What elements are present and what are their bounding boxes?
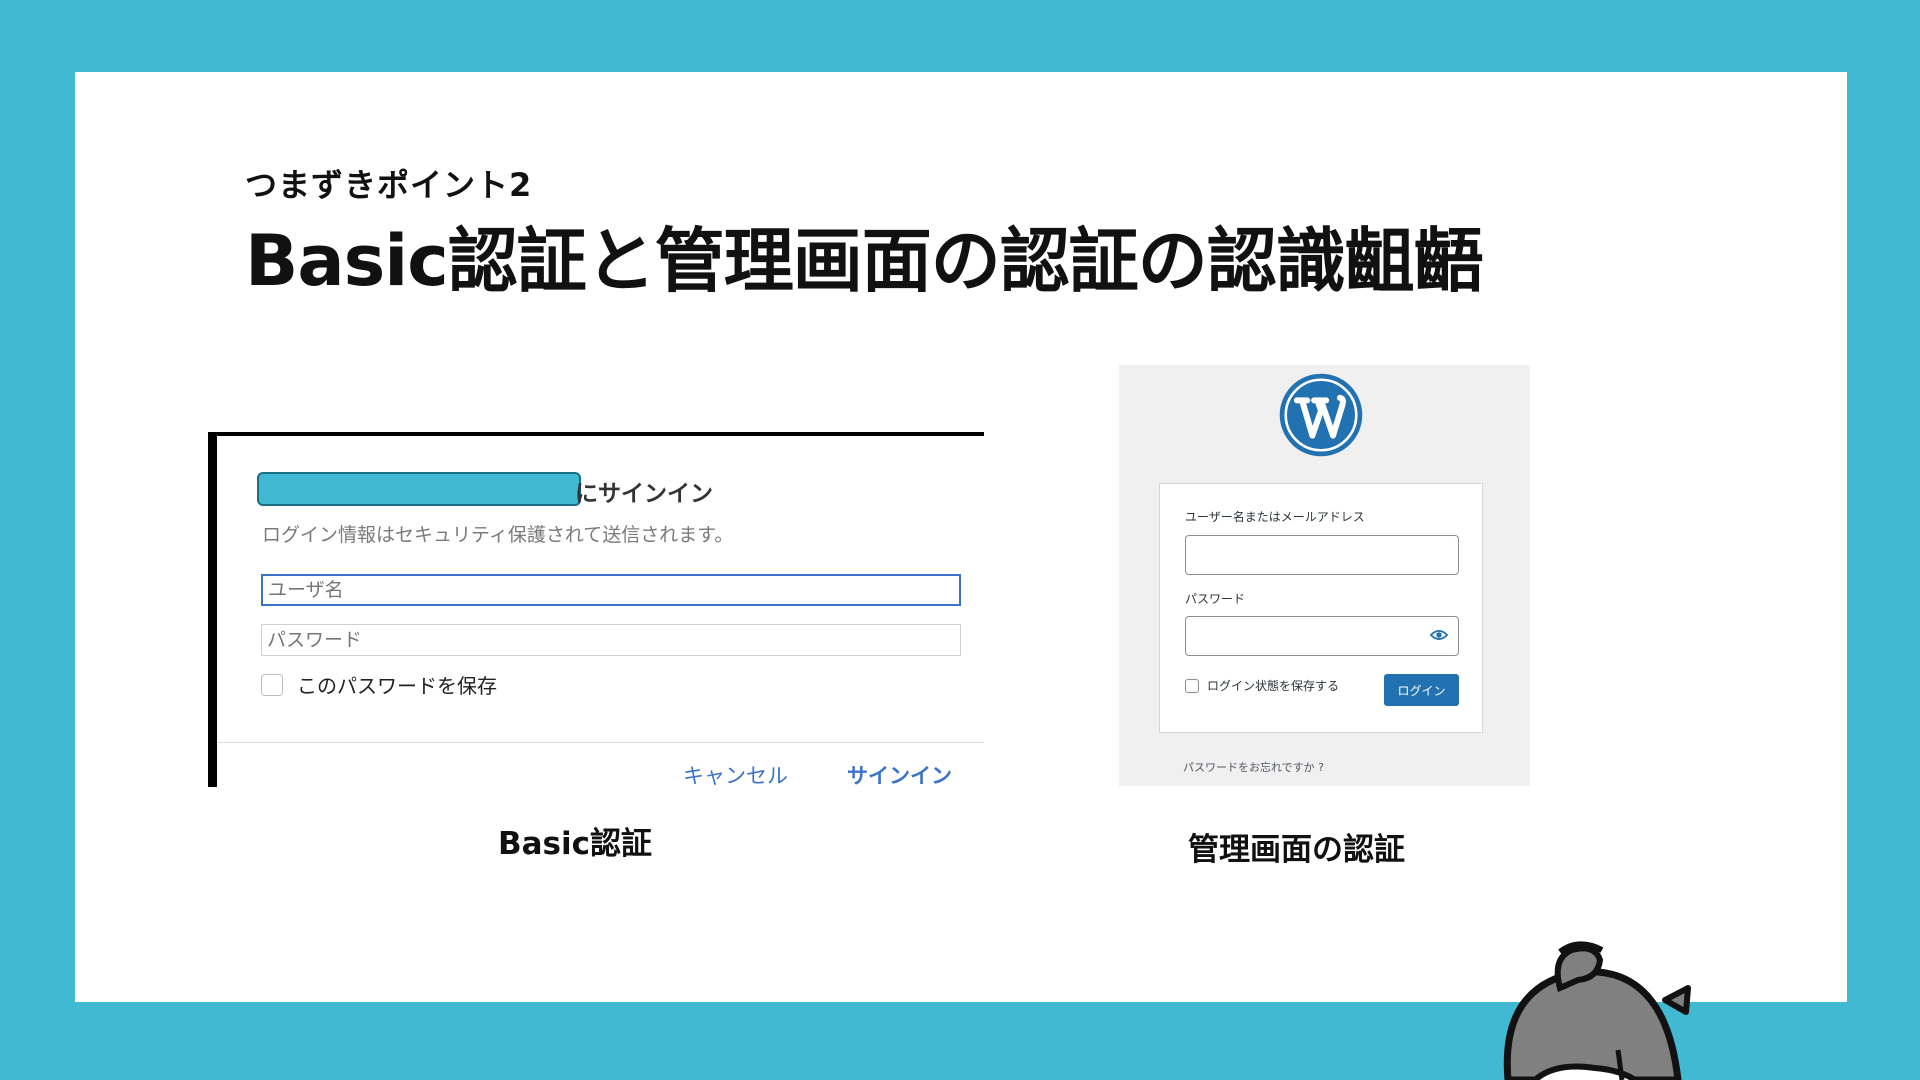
wp-remember-label: ログイン状態を保存する [1207,679,1340,693]
signin-info-text: ログイン情報はセキュリティ保護されて送信されます。 [262,524,734,546]
save-password-label: このパスワードを保存 [297,674,497,698]
slide-subtitle: つまずきポイント2 [245,166,533,204]
wp-username-label: ユーザー名またはメールアドレス [1185,510,1365,524]
save-password-checkbox[interactable] [261,673,283,696]
wp-username-input[interactable] [1185,535,1459,575]
password-input[interactable] [261,624,961,656]
mascot-illustration [1503,941,1691,1080]
redacted-site-name [257,472,581,506]
save-password-row[interactable]: このパスワードを保存 [261,670,497,699]
wp-login-panel: ユーザー名またはメールアドレス パスワード ログイン状態を保存する ログイン パ… [1119,365,1530,786]
signin-button[interactable]: サインイン [847,760,952,787]
wp-login-form: ユーザー名またはメールアドレス パスワード ログイン状態を保存する ログイン [1159,483,1483,733]
wordpress-logo-icon[interactable] [1278,372,1364,458]
wp-remember-checkbox[interactable] [1185,678,1199,693]
wp-password-input[interactable] [1185,616,1459,656]
cancel-button[interactable]: キャンセル [683,760,788,787]
basic-auth-caption: Basic認証 [498,826,653,862]
wp-lost-password-link[interactable]: パスワードをお忘れですか ? [1183,759,1324,775]
dialog-divider [217,742,984,743]
username-input[interactable] [261,574,961,606]
slide-title: Basic認証と管理画面の認証の認識齟齬 [245,220,1484,302]
wp-login-button[interactable]: ログイン [1384,674,1459,706]
eye-icon[interactable] [1430,628,1448,642]
dialog-frame-left [208,432,217,787]
signin-heading: にサインイン [575,481,713,507]
dialog-body: にサインイン ログイン情報はセキュリティ保護されて送信されます。 このパスワード… [217,436,984,787]
basic-auth-dialog: にサインイン ログイン情報はセキュリティ保護されて送信されます。 このパスワード… [208,432,984,787]
admin-auth-caption: 管理画面の認証 [1188,832,1405,868]
wp-password-label: パスワード [1185,592,1246,606]
wp-remember-row[interactable]: ログイン状態を保存する [1185,677,1339,694]
